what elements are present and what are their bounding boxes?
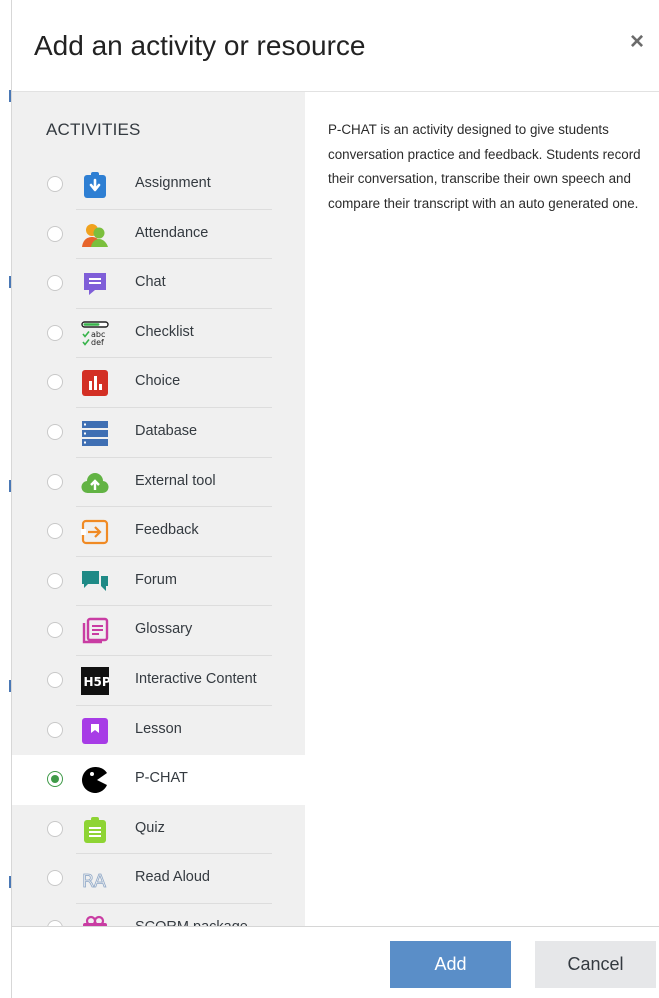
choice-icon bbox=[81, 369, 109, 397]
activity-radio[interactable] bbox=[47, 671, 63, 688]
pchat-icon bbox=[81, 766, 109, 794]
svg-text:H5P: H5P bbox=[84, 675, 110, 689]
attendance-icon bbox=[81, 221, 109, 249]
feedback-icon bbox=[81, 518, 109, 546]
activity-option-quiz[interactable]: Quiz bbox=[12, 805, 305, 855]
activity-option-forum[interactable]: Forum bbox=[12, 557, 305, 607]
add-button[interactable]: Add bbox=[390, 941, 511, 988]
description-pane: P-CHAT is an activity designed to give s… bbox=[305, 92, 659, 926]
activity-label: P-CHAT bbox=[135, 770, 188, 787]
activity-label: Feedback bbox=[135, 522, 199, 539]
activity-option-database[interactable]: Database bbox=[12, 408, 305, 458]
activity-label: Lesson bbox=[135, 720, 182, 737]
chat-icon bbox=[81, 270, 109, 298]
svg-text:RA: RA bbox=[82, 871, 107, 892]
activity-label: External tool bbox=[135, 472, 216, 489]
dialog-title: Add an activity or resource bbox=[34, 30, 366, 61]
activity-radio[interactable] bbox=[47, 275, 63, 292]
activity-radio[interactable] bbox=[47, 820, 63, 837]
h5p-icon: H5P bbox=[81, 666, 110, 695]
checklist-icon: abc def bbox=[81, 320, 109, 348]
activity-option-glossary[interactable]: Glossary bbox=[12, 606, 305, 656]
dialog-header: Add an activity or resource × bbox=[12, 0, 659, 92]
activity-radio[interactable] bbox=[47, 870, 63, 887]
quiz-icon bbox=[81, 816, 109, 844]
activity-label: Forum bbox=[135, 571, 177, 588]
activity-label: Database bbox=[135, 422, 198, 439]
activity-description: P-CHAT is an activity designed to give s… bbox=[328, 122, 641, 211]
activity-radio[interactable] bbox=[47, 225, 63, 242]
activity-option-feedback[interactable]: Feedback bbox=[12, 507, 305, 557]
activity-label: SCORM package bbox=[135, 919, 248, 926]
activity-option-h5p[interactable]: H5P Interactive Content bbox=[12, 656, 305, 706]
activity-option-read-aloud[interactable]: RA Read Aloud bbox=[12, 854, 305, 904]
activity-radio[interactable] bbox=[47, 721, 63, 738]
activity-radio[interactable] bbox=[47, 473, 63, 490]
add-activity-dialog: Add an activity or resource × ACTIVITIES… bbox=[11, 0, 659, 998]
activity-label: Choice bbox=[135, 373, 181, 390]
svg-text:def: def bbox=[91, 338, 104, 347]
activity-radio[interactable] bbox=[47, 374, 63, 391]
activity-label: Interactive Content bbox=[135, 670, 257, 687]
database-icon bbox=[81, 419, 109, 447]
activity-option-chat[interactable]: Chat bbox=[12, 259, 305, 309]
section-title: ACTIVITIES bbox=[46, 120, 141, 139]
activity-option-scorm[interactable]: SCORM package bbox=[12, 904, 305, 926]
activity-list: Assignment Attendance Chat abc def Checklist C… bbox=[12, 160, 305, 926]
dialog-footer: Add Cancel bbox=[12, 926, 659, 998]
activity-list-pane: ACTIVITIES Assignment Attendance Chat abc de… bbox=[12, 92, 305, 926]
activity-label: Assignment bbox=[135, 175, 211, 191]
forum-icon bbox=[81, 568, 109, 596]
activity-option-pchat[interactable]: P-CHAT bbox=[12, 755, 305, 805]
activity-label: Chat bbox=[135, 274, 166, 291]
activity-label: Checklist bbox=[135, 323, 194, 340]
activity-radio[interactable] bbox=[47, 523, 63, 540]
lesson-icon bbox=[81, 717, 109, 745]
activity-radio[interactable] bbox=[47, 622, 63, 639]
activity-label: Glossary bbox=[135, 621, 193, 638]
activity-radio[interactable] bbox=[47, 572, 63, 589]
external-tool-icon bbox=[81, 469, 109, 497]
activity-radio[interactable] bbox=[47, 324, 63, 341]
activity-radio[interactable] bbox=[47, 771, 63, 788]
activity-option-attendance[interactable]: Attendance bbox=[12, 210, 305, 260]
activity-option-choice[interactable]: Choice bbox=[12, 358, 305, 408]
page-edge bbox=[0, 0, 11, 998]
scorm-icon bbox=[81, 915, 109, 926]
read-aloud-icon: RA bbox=[81, 865, 109, 893]
cancel-button[interactable]: Cancel bbox=[535, 941, 656, 988]
activity-option-external-tool[interactable]: External tool bbox=[12, 458, 305, 508]
activity-radio[interactable] bbox=[47, 423, 63, 440]
close-icon[interactable]: × bbox=[630, 30, 644, 54]
assignment-icon bbox=[81, 171, 109, 199]
activity-option-assignment[interactable]: Assignment bbox=[12, 160, 305, 210]
activity-option-checklist[interactable]: abc def Checklist bbox=[12, 309, 305, 359]
activity-radio[interactable] bbox=[47, 176, 63, 192]
activity-label: Attendance bbox=[135, 224, 209, 241]
activity-label: Quiz bbox=[135, 819, 165, 836]
activity-option-lesson[interactable]: Lesson bbox=[12, 706, 305, 756]
activity-label: Read Aloud bbox=[135, 869, 210, 886]
glossary-icon bbox=[81, 617, 109, 645]
